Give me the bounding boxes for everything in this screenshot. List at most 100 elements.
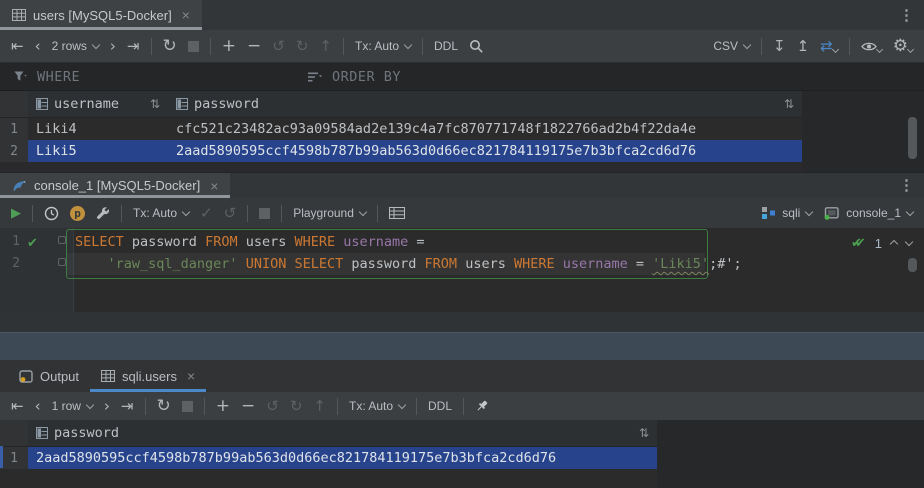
grid-right-gutter xyxy=(657,420,924,488)
editor-scrollbar[interactable] xyxy=(908,258,917,272)
submit-button: ↑ xyxy=(313,399,326,414)
view-options-button[interactable] xyxy=(861,41,882,52)
table-row-selected[interactable]: 2 Liki5 2aad5890595ccf4598b787b99ab563d0… xyxy=(0,140,802,162)
tab-console-1[interactable]: console_1 [MySQL5-Docker] × xyxy=(0,173,230,198)
commit-button: ✓ xyxy=(200,206,213,221)
vertical-scrollbar[interactable] xyxy=(908,117,917,159)
column-header-password[interactable]: password ⇅ xyxy=(168,91,802,117)
page-size-dropdown[interactable]: 2 rows xyxy=(52,39,99,53)
order-by-filter-field[interactable]: ORDER BY xyxy=(308,63,401,90)
playground-label: Playground xyxy=(293,206,354,220)
query-history-icon[interactable] xyxy=(44,206,59,221)
filter-funnel-icon xyxy=(14,71,27,82)
ddl-button[interactable]: DDL xyxy=(428,399,452,413)
schema-switcher[interactable]: sqli xyxy=(761,206,812,220)
tx-mode-dropdown[interactable]: Tx: Auto xyxy=(133,206,189,220)
refresh-button[interactable]: ↻ xyxy=(157,398,171,415)
wrench-icon[interactable] xyxy=(96,206,110,220)
separator xyxy=(281,205,282,222)
fold-marker-icon[interactable] xyxy=(58,236,66,244)
last-page-button[interactable]: ⇥ xyxy=(121,399,134,414)
column-header-password[interactable]: password ⇅ xyxy=(28,420,657,446)
last-page-button[interactable]: ⇥ xyxy=(127,39,140,54)
separator xyxy=(151,38,152,55)
cell-password[interactable]: 2aad5890595ccf4598b787b99ab563d0d66ec821… xyxy=(28,447,657,469)
sort-toggle-icon[interactable]: ⇅ xyxy=(150,97,160,111)
tab-output[interactable]: Output xyxy=(8,360,90,392)
kebab-menu-icon[interactable]: ⋮ xyxy=(899,178,914,193)
users-data-grid: username ⇅ password ⇅ 1 Liki4 cfc521c234… xyxy=(0,91,924,172)
separator xyxy=(145,398,146,415)
sql-editor[interactable]: 1 2 ✔ SELECT password FROM users WHERE u… xyxy=(0,228,924,312)
pin-tab-icon[interactable] xyxy=(475,399,489,413)
table-grid-icon xyxy=(12,9,26,21)
search-icon[interactable] xyxy=(469,39,484,54)
export-data-icon[interactable]: ↧ xyxy=(773,39,786,54)
cell-password[interactable]: 2aad5890595ccf4598b787b99ab563d0d66ec821… xyxy=(168,140,802,162)
close-icon[interactable]: × xyxy=(187,369,195,383)
previous-result-icon[interactable] xyxy=(890,240,898,248)
session-switcher[interactable]: console_1 xyxy=(823,206,913,220)
tx-mode-label: Tx: Auto xyxy=(133,206,177,220)
export-format-label: CSV xyxy=(713,39,738,53)
add-row-button[interactable]: + xyxy=(222,38,236,55)
column-header-username[interactable]: username ⇅ xyxy=(28,91,168,117)
add-row-button[interactable]: + xyxy=(216,398,230,415)
page-size-dropdown[interactable]: 1 row xyxy=(52,399,93,413)
cell-username[interactable]: Liki5 xyxy=(28,140,168,162)
column-icon xyxy=(176,98,188,110)
tab-title: users [MySQL5-Docker] xyxy=(33,8,172,23)
sql-keyword: WHERE xyxy=(514,256,555,272)
console-toolbar: ▶ p Tx: Auto ✓ ↺ Playground xyxy=(0,198,924,228)
in-editor-results-icon[interactable] xyxy=(389,207,405,219)
settings-button[interactable]: ⚙ xyxy=(893,38,913,55)
table-row[interactable]: 1 Liki4 cfc521c23482ac93a09584ad2e139c4a… xyxy=(0,118,802,140)
fold-marker-icon[interactable] xyxy=(58,258,66,266)
next-page-button[interactable]: › xyxy=(110,39,116,54)
export-format-dropdown[interactable]: CSV xyxy=(713,39,750,53)
previous-page-button[interactable]: ‹ xyxy=(35,39,41,54)
grid-empty-area xyxy=(0,469,657,488)
redo-button: ↻ xyxy=(296,39,309,54)
where-filter-field[interactable]: WHERE xyxy=(0,63,308,90)
sort-toggle-icon[interactable]: ⇅ xyxy=(639,426,649,440)
pivot-button[interactable]: ⇄ xyxy=(820,39,838,54)
separator xyxy=(32,205,33,222)
import-data-icon[interactable]: ↥ xyxy=(797,39,810,54)
delete-row-button[interactable]: − xyxy=(247,38,261,55)
stop-button xyxy=(259,208,270,219)
tx-mode-dropdown[interactable]: Tx: Auto xyxy=(355,39,411,53)
tab-users-grid[interactable]: users [MySQL5-Docker] × xyxy=(0,0,202,30)
page-size-label: 2 rows xyxy=(52,39,87,53)
submit-button: ↑ xyxy=(319,39,332,54)
grid-header-row: username ⇅ password ⇅ xyxy=(0,91,802,118)
table-row-selected[interactable]: 1 2aad5890595ccf4598b787b99ab563d0d66ec8… xyxy=(0,447,657,469)
code-line-1[interactable]: SELECT password FROM users WHERE usernam… xyxy=(75,231,425,253)
execute-button[interactable]: ▶ xyxy=(11,207,21,220)
next-result-icon[interactable] xyxy=(905,238,913,246)
sql-text: users xyxy=(238,234,295,250)
close-icon[interactable]: × xyxy=(210,179,218,193)
grid-filter-row: WHERE ORDER BY xyxy=(0,63,924,91)
parameters-icon[interactable]: p xyxy=(70,206,85,221)
eye-icon xyxy=(861,41,877,52)
kebab-menu-icon[interactable]: ⋮ xyxy=(899,8,914,23)
redo-button: ↻ xyxy=(290,399,303,414)
first-page-button[interactable]: ⇤ xyxy=(11,39,24,54)
code-line-2[interactable]: 'raw_sql_danger' UNION SELECT password F… xyxy=(75,253,742,275)
delete-row-button[interactable]: − xyxy=(241,398,255,415)
tab-sqli-users[interactable]: sqli.users × xyxy=(90,360,206,392)
sort-toggle-icon[interactable]: ⇅ xyxy=(784,97,794,111)
playground-mode-dropdown[interactable]: Playground xyxy=(293,206,366,220)
close-icon[interactable]: × xyxy=(182,8,190,22)
cell-username[interactable]: Liki4 xyxy=(28,118,168,140)
cell-password[interactable]: cfc521c23482ac93a09584ad2e139c4a7fc87077… xyxy=(168,118,802,140)
refresh-button[interactable]: ↻ xyxy=(163,38,177,55)
previous-page-button[interactable]: ‹ xyxy=(35,399,41,414)
grid-header-row: password ⇅ xyxy=(0,420,657,447)
ddl-button[interactable]: DDL xyxy=(434,39,458,53)
next-page-button[interactable]: › xyxy=(104,399,110,414)
where-label: WHERE xyxy=(37,69,80,85)
tx-mode-dropdown[interactable]: Tx: Auto xyxy=(349,399,405,413)
first-page-button[interactable]: ⇤ xyxy=(11,399,24,414)
